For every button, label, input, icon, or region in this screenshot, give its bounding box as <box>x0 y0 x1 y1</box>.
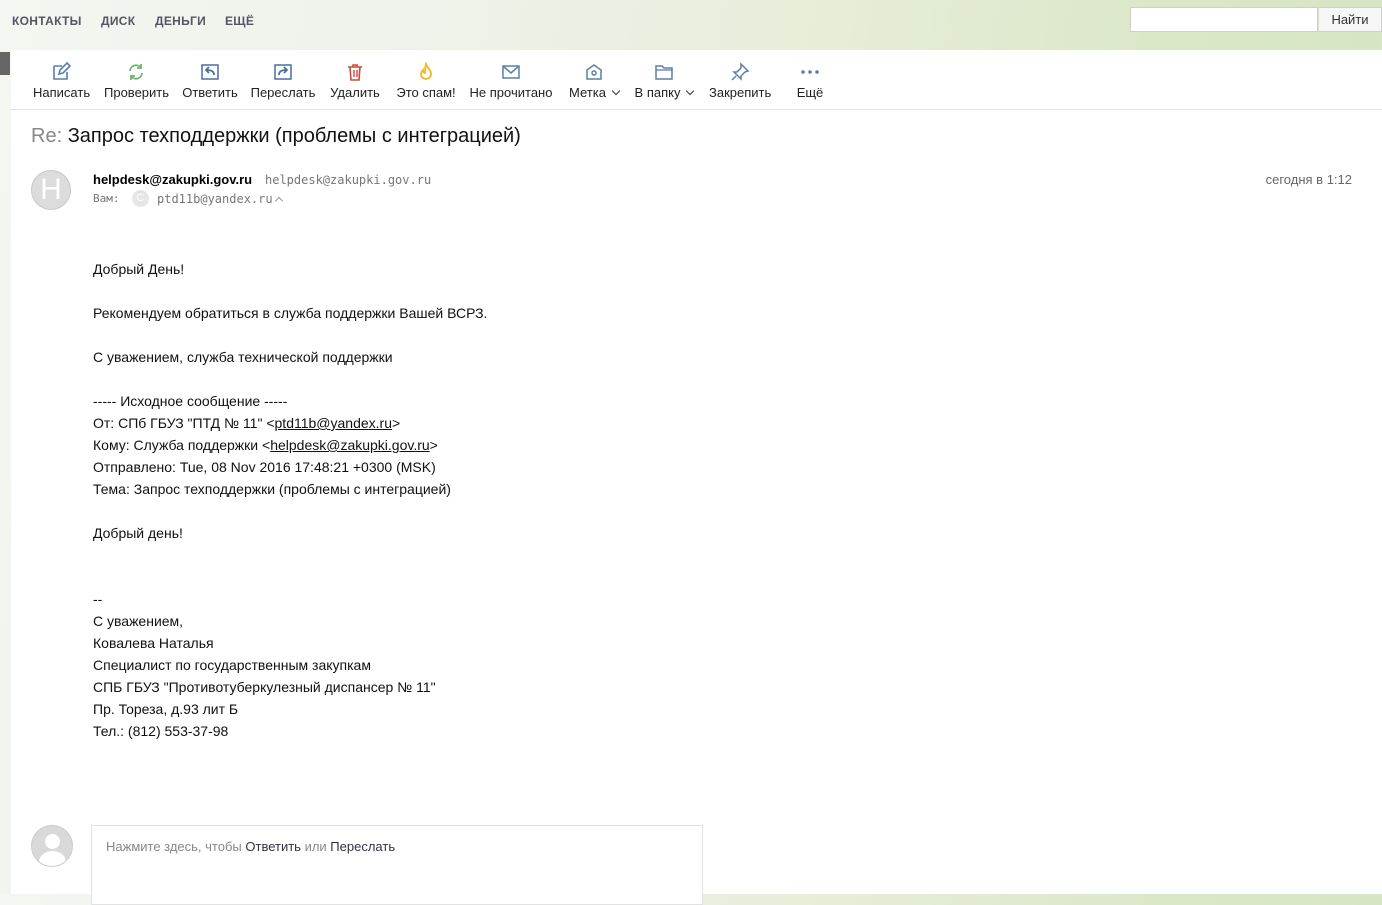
more-actions-button[interactable]: Ещё <box>792 62 828 102</box>
from-email-link[interactable]: ptd11b@yandex.ru <box>275 415 392 431</box>
body-line: Отправлено: Tue, 08 Nov 2016 17:48:21 +0… <box>93 459 436 475</box>
trash-icon <box>348 64 362 81</box>
label-dropdown-label: Метка <box>569 85 606 100</box>
compose-button[interactable]: Написать <box>33 62 91 102</box>
compose-label: Написать <box>33 85 91 100</box>
quick-reply-link[interactable]: Ответить <box>245 839 301 854</box>
nav-contacts[interactable]: КОНТАКТЫ <box>12 14 82 28</box>
message-subject: Re: Запрос техподдержки (проблемы с инте… <box>31 125 521 148</box>
label-dropdown[interactable]: Метка <box>566 62 622 102</box>
body-line: С уважением, <box>93 613 184 629</box>
sender-address[interactable]: helpdesk@zakupki.gov.ru <box>265 173 431 187</box>
folder-icon <box>655 65 673 80</box>
body-line: Рекомендуем обратиться в служба поддержк… <box>93 305 488 321</box>
more-actions-label: Ещё <box>796 85 824 100</box>
body-line-to: Кому: Служба поддержки <helpdesk@zakupki… <box>93 437 438 453</box>
delete-button[interactable]: Удалить <box>329 62 381 102</box>
check-mail-label: Проверить <box>104 85 170 100</box>
nav-disk[interactable]: ДИСК <box>101 14 135 28</box>
body-line: ----- Исходное сообщение ----- <box>93 393 288 409</box>
spam-button[interactable]: Это спам! <box>395 62 457 102</box>
message-panel: Написать Проверить Ответить Переслать Уд… <box>11 50 1382 905</box>
body-line: Тема: Запрос техподдержки (проблемы с ин… <box>93 481 451 497</box>
body-line: Добрый День! <box>93 261 185 277</box>
message-toolbar: Написать Проверить Ответить Переслать Уд… <box>11 50 1382 110</box>
delete-label: Удалить <box>330 85 380 100</box>
sender-name[interactable]: helpdesk@zakupki.gov.ru <box>93 172 252 187</box>
body-line: СПБ ГБУЗ "Противотуберкулезный диспансер… <box>93 679 436 695</box>
reply-label: Ответить <box>182 85 238 100</box>
reply-icon <box>201 64 219 80</box>
chevron-down-icon <box>686 86 695 96</box>
pencil-icon <box>53 62 71 80</box>
check-mail-button[interactable]: Проверить <box>104 62 170 102</box>
chevron-up-icon[interactable] <box>274 196 284 206</box>
pin-button[interactable]: Закрепить <box>709 62 771 102</box>
sidebar-collapse-handle[interactable] <box>0 52 10 75</box>
more-dots-icon <box>801 70 819 74</box>
mark-unread-label: Не прочитано <box>469 85 553 100</box>
message-date: сегодня в 1:12 <box>1265 172 1352 187</box>
envelope-icon <box>502 65 520 79</box>
body-line: Ковалева Наталья <box>93 635 214 651</box>
nav-more[interactable]: ЕЩЁ <box>225 14 254 28</box>
to-email-link[interactable]: helpdesk@zakupki.gov.ru <box>270 437 429 453</box>
body-line-from: От: СПб ГБУЗ "ПТД № 11" <ptd11b@yandex.r… <box>93 415 401 431</box>
spam-label: Это спам! <box>396 85 456 100</box>
move-to-folder-dropdown[interactable]: В папку <box>632 62 696 102</box>
body-line: Тел.: (812) 553-37-98 <box>93 723 229 739</box>
forward-icon <box>274 64 292 80</box>
top-navigation: КОНТАКТЫ ДИСК ДЕНЬГИ ЕЩЁ Найти <box>0 0 1382 44</box>
recipient-avatar: C <box>132 190 149 207</box>
body-line: С уважением, служба технической поддержк… <box>93 349 393 365</box>
refresh-icon <box>129 64 143 80</box>
mark-unread-button[interactable]: Не прочитано <box>469 62 553 102</box>
search-input[interactable] <box>1130 7 1318 32</box>
chevron-down-icon <box>611 86 621 96</box>
quick-forward-link[interactable]: Переслать <box>330 839 395 854</box>
search-button[interactable]: Найти <box>1319 7 1382 32</box>
body-line: Специалист по государственным закупкам <box>93 657 371 673</box>
body-line: -- <box>93 591 103 607</box>
recipient-address[interactable]: ptd11b@yandex.ru <box>157 192 273 206</box>
pin-icon <box>731 62 750 81</box>
body-line: Пр. Тореза, д.93 лит Б <box>93 701 239 717</box>
subject-text: Запрос техподдержки (проблемы с интеграц… <box>67 125 521 147</box>
pin-label: Закрепить <box>709 85 772 100</box>
nav-money[interactable]: ДЕНЬГИ <box>155 14 206 28</box>
quick-reply-box[interactable]: Нажмите здесь, чтобы Ответить или Пересл… <box>91 825 703 905</box>
reply-button[interactable]: Ответить <box>182 62 238 102</box>
message-body: Добрый День! Рекомендуем обратиться в сл… <box>93 258 993 742</box>
sender-avatar[interactable]: H <box>31 170 71 210</box>
user-avatar-icon <box>31 825 73 867</box>
subject-prefix: Re: <box>31 125 63 147</box>
move-to-folder-label: В папку <box>634 85 681 100</box>
forward-button[interactable]: Переслать <box>250 62 316 102</box>
forward-label: Переслать <box>250 85 316 100</box>
flame-icon <box>420 62 432 80</box>
quick-reply-text: Нажмите здесь, чтобы Ответить или Пересл… <box>106 839 396 854</box>
recipient-label: Вам: <box>93 192 120 205</box>
body-line: Добрый день! <box>93 525 183 541</box>
tag-icon <box>586 64 602 80</box>
